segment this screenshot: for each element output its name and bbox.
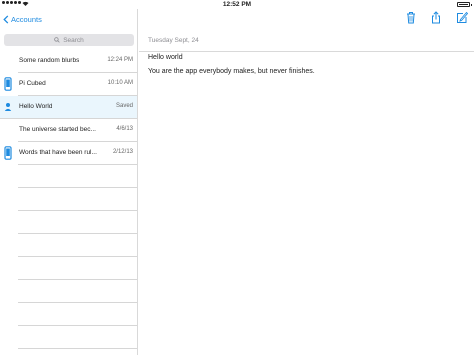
note-title: Some random blurbs	[19, 57, 80, 64]
search-icon	[54, 37, 60, 43]
note-title: The universe started bec...	[19, 126, 96, 133]
battery-icon	[457, 2, 472, 7]
note-meta: 10:10 AM	[107, 80, 133, 86]
empty-row	[18, 349, 137, 355]
list-item[interactable]: The universe started bec... 4/6/13	[18, 119, 137, 142]
empty-row	[18, 188, 137, 211]
empty-row	[18, 211, 137, 234]
phone-icon	[4, 77, 12, 91]
note-title: Words that have been rul...	[19, 149, 97, 156]
list-item[interactable]: Some random blurbs 12:24 PM	[18, 50, 137, 73]
status-bar: 12:52 PM	[0, 0, 474, 9]
chevron-left-icon	[3, 14, 9, 24]
phone-icon	[4, 146, 12, 160]
note-body-text[interactable]: You are the app everybody makes, but nev…	[148, 68, 315, 75]
list-item[interactable]: Pi Cubed 10:10 AM	[4, 73, 137, 96]
note-meta: 4/6/13	[116, 126, 133, 132]
detail-toolbar	[139, 9, 474, 27]
divider	[139, 51, 474, 52]
note-title-text[interactable]: Hello world	[148, 54, 183, 61]
empty-row	[18, 326, 137, 349]
person-icon	[4, 103, 12, 111]
list-item[interactable]: Words that have been rul... 2/12/13	[4, 142, 137, 165]
note-meta: Saved	[115, 103, 133, 109]
status-time: 12:52 PM	[222, 1, 252, 8]
search-input[interactable]: Search	[4, 34, 134, 46]
note-detail: Tuesday Sept, 24 Hello world You are the…	[139, 27, 474, 355]
empty-row	[18, 165, 137, 188]
search-placeholder: Search	[63, 36, 84, 44]
back-button-label: Accounts	[11, 14, 42, 24]
note-meta: 2/12/13	[112, 149, 133, 155]
empty-row	[18, 280, 137, 303]
empty-row	[18, 303, 137, 326]
compose-icon[interactable]	[456, 11, 468, 24]
trash-icon[interactable]	[405, 11, 417, 24]
list-item-selected[interactable]: Hello World Saved	[0, 96, 137, 119]
notes-list: Some random blurbs 12:24 PM Pi Cubed 10:…	[0, 50, 137, 355]
empty-row	[18, 257, 137, 280]
share-icon[interactable]	[430, 11, 442, 24]
note-title: Hello World	[19, 103, 53, 110]
note-meta: 12:24 PM	[107, 57, 133, 63]
note-title: Pi Cubed	[19, 80, 46, 87]
empty-row	[18, 234, 137, 257]
note-date: Tuesday Sept, 24	[148, 37, 199, 44]
notes-sidebar: Accounts Search Some random blurbs 12:24…	[0, 9, 138, 355]
accounts-back-button[interactable]: Accounts	[3, 12, 42, 26]
